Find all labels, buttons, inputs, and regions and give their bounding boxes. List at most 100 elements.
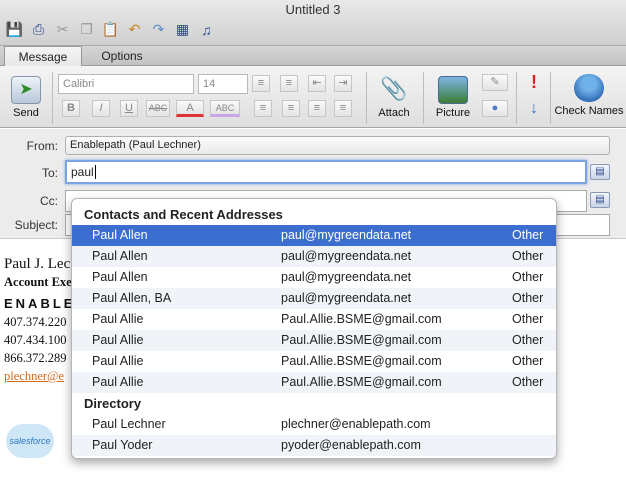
- contact-name: Paul Allie: [92, 354, 144, 368]
- list-item[interactable]: Paul Allie Paul.Allie.BSME@gmail.com Other: [72, 372, 556, 393]
- font-color-button[interactable]: A: [176, 100, 204, 117]
- contact-email: paul@mygreendata.net: [281, 270, 412, 284]
- contact-email: pyoder@enablepath.com: [281, 438, 421, 452]
- font-size-select[interactable]: 14: [198, 74, 248, 94]
- high-importance-icon[interactable]: !: [524, 72, 544, 93]
- window-title: Untitled 3: [285, 2, 341, 17]
- media-browser-icon[interactable]: ♫: [196, 19, 217, 40]
- picture-button[interactable]: Picture: [430, 76, 476, 119]
- contact-email: paul@mygreendata.net: [281, 228, 412, 242]
- contact-type: Other: [512, 291, 544, 305]
- address-book-icon[interactable]: ▤: [590, 164, 610, 180]
- undo-icon[interactable]: ↶: [124, 19, 145, 40]
- numbering-icon[interactable]: ≡: [280, 75, 298, 92]
- salesforce-logo: salesforce: [6, 424, 54, 458]
- cut-icon[interactable]: ✂: [52, 19, 73, 40]
- from-account-select[interactable]: Enablepath (Paul Lechner): [65, 136, 610, 155]
- to-field[interactable]: paul: [65, 160, 587, 184]
- picture-icon: [438, 76, 468, 104]
- subject-label: Subject:: [14, 218, 58, 232]
- contact-type: Other: [512, 312, 544, 326]
- tab-options[interactable]: Options: [84, 46, 160, 66]
- directory-list: Paul Lechner plechner@enablepath.com Paul …: [72, 414, 556, 456]
- redo-icon[interactable]: ↷: [148, 19, 169, 40]
- phone-2: 407.434.100: [4, 333, 67, 347]
- print-icon[interactable]: ⎙: [28, 19, 49, 40]
- paste-icon[interactable]: 📋: [100, 19, 121, 40]
- contact-name: Paul Allie: [92, 333, 144, 347]
- contact-email: paul@mygreendata.net: [281, 249, 412, 263]
- paperclip-icon: 📎: [380, 76, 408, 101]
- list-item[interactable]: Paul Allie Paul.Allie.BSME@gmail.com Other: [72, 351, 556, 372]
- list-item[interactable]: Paul Allen, BA paul@mygreendata.net Other: [72, 288, 556, 309]
- align-left-icon[interactable]: ≡: [254, 100, 272, 117]
- justify-icon[interactable]: ≡: [334, 100, 352, 117]
- contact-name: Paul Allen: [92, 270, 148, 284]
- person-check-icon: [574, 74, 604, 102]
- list-item[interactable]: Paul Allie Paul.Allie.BSME@gmail.com Other: [72, 330, 556, 351]
- contact-name: Paul Allen: [92, 228, 148, 242]
- contact-name: Paul Allen, BA: [92, 291, 172, 305]
- align-right-icon[interactable]: ≡: [308, 100, 326, 117]
- directory-section-header: Directory: [84, 396, 142, 411]
- contact-email: Paul.Allie.BSME@gmail.com: [281, 333, 442, 347]
- contact-name: Paul Allen: [92, 249, 148, 263]
- autocomplete-popup: Contacts and Recent Addresses Paul Allen…: [71, 198, 557, 459]
- quick-access-toolbar: 💾 ⎙ ✂ ❐ 📋 ↶ ↷ ▦ ♫: [4, 19, 217, 40]
- email-link[interactable]: plechner@e: [4, 369, 64, 384]
- list-item[interactable]: Paul Lechner plechner@enablepath.com: [72, 414, 556, 435]
- check-names-label: Check Names: [554, 105, 624, 117]
- increase-indent-icon[interactable]: ⇥: [334, 75, 352, 92]
- contact-name: Paul Allie: [92, 312, 144, 326]
- toolbox-icon[interactable]: ▦: [172, 19, 193, 40]
- hyperlink-icon[interactable]: ●: [482, 100, 508, 117]
- list-item[interactable]: Paul Yoder pyoder@enablepath.com: [72, 435, 556, 456]
- list-item[interactable]: Paul Allen paul@mygreendata.net Other: [72, 225, 556, 246]
- list-item[interactable]: Paul Allen paul@mygreendata.net Other: [72, 246, 556, 267]
- bold-button[interactable]: B: [62, 100, 80, 117]
- signature-icon[interactable]: ✎: [482, 74, 508, 91]
- to-field-text: paul: [71, 165, 94, 179]
- underline-button[interactable]: U: [120, 100, 138, 117]
- list-item[interactable]: Paul Allen paul@mygreendata.net Other: [72, 267, 556, 288]
- save-icon[interactable]: 💾: [4, 19, 25, 40]
- tab-message[interactable]: Message: [4, 46, 82, 67]
- ribbon-divider: [550, 72, 551, 124]
- ribbon-divider: [423, 72, 424, 124]
- cc-label: Cc:: [40, 194, 58, 208]
- send-icon: ➤: [11, 76, 41, 104]
- contact-type: Other: [512, 270, 544, 284]
- text-cursor: [94, 165, 96, 179]
- contact-email: Paul.Allie.BSME@gmail.com: [281, 354, 442, 368]
- italic-button[interactable]: I: [92, 100, 110, 117]
- contact-type: Other: [512, 228, 544, 242]
- contact-email: Paul.Allie.BSME@gmail.com: [281, 312, 442, 326]
- highlight-button[interactable]: ABC: [210, 100, 240, 117]
- ribbon-divider: [516, 72, 517, 124]
- contacts-list: Paul Allen paul@mygreendata.net Other Paul …: [72, 225, 556, 393]
- contact-email: Paul.Allie.BSME@gmail.com: [281, 375, 442, 389]
- attach-label: Attach: [378, 107, 410, 119]
- contacts-section-header: Contacts and Recent Addresses: [84, 207, 283, 222]
- copy-icon[interactable]: ❐: [76, 19, 97, 40]
- decrease-indent-icon[interactable]: ⇤: [308, 75, 326, 92]
- to-label: To:: [41, 166, 58, 180]
- list-item[interactable]: Paul Allie Paul.Allie.BSME@gmail.com Other: [72, 309, 556, 330]
- signature-title: Account Exe: [4, 275, 72, 289]
- contact-name: Paul Yoder: [92, 438, 153, 452]
- from-label: From:: [26, 139, 58, 153]
- contact-type: Other: [512, 333, 544, 347]
- send-button[interactable]: ➤ Send: [6, 76, 46, 119]
- align-center-icon[interactable]: ≡: [282, 100, 300, 117]
- check-names-button[interactable]: Check Names: [554, 74, 624, 117]
- bullets-icon[interactable]: ≡: [252, 75, 270, 92]
- phone-3: 866.372.289: [4, 351, 67, 365]
- contact-type: Other: [512, 354, 544, 368]
- font-name-select[interactable]: Calibri: [58, 74, 194, 94]
- low-importance-icon[interactable]: ↓: [524, 100, 544, 118]
- contact-name: Paul Lechner: [92, 417, 166, 431]
- attach-button[interactable]: 📎 Attach: [372, 76, 416, 119]
- contact-type: Other: [512, 249, 544, 263]
- strikethrough-button[interactable]: ABC: [146, 100, 170, 117]
- cc-address-book-icon[interactable]: ▤: [590, 192, 610, 208]
